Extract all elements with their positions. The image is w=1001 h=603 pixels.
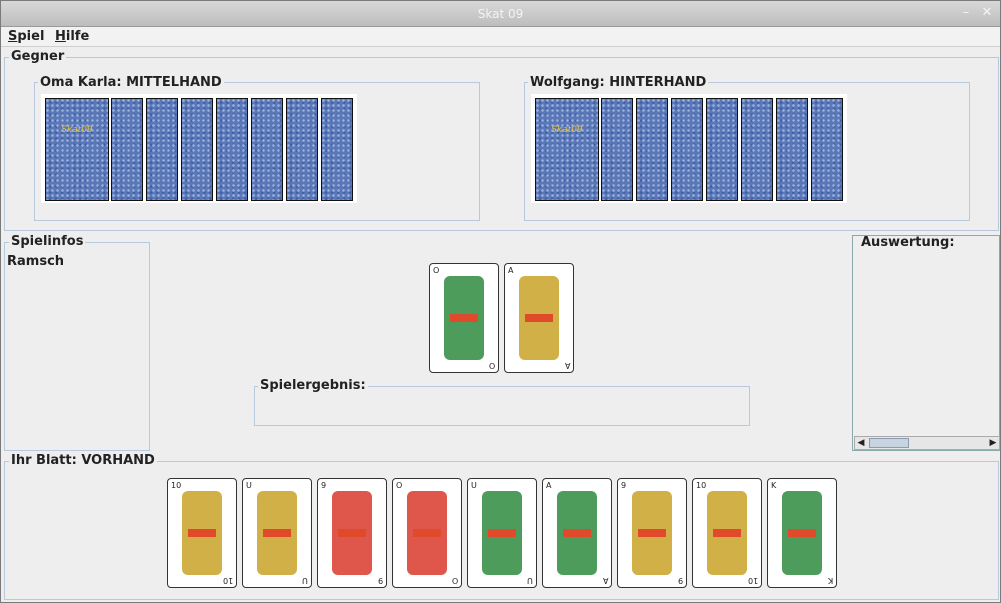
card-index-bottom: O xyxy=(451,576,458,585)
card-index-top: U xyxy=(471,481,477,490)
card-index-bottom: A xyxy=(602,576,608,585)
playing-card-hearts[interactable]: OO xyxy=(392,478,462,588)
card-back xyxy=(706,98,738,201)
card-index-bottom: U xyxy=(527,576,533,585)
playing-card-acorns: AA xyxy=(504,263,574,373)
title-bar: Skat 09 – ✕ xyxy=(1,1,1000,27)
close-icon[interactable]: ✕ xyxy=(978,4,996,22)
card-index-bottom: A xyxy=(564,361,570,370)
card-index-bottom: 9 xyxy=(677,576,683,585)
scroll-thumb[interactable] xyxy=(869,438,909,448)
playing-card-leaves[interactable]: AA xyxy=(542,478,612,588)
evaluation-scrollbar[interactable]: ◀ ▶ xyxy=(854,436,1000,450)
menu-bar: Spiel Hilfe xyxy=(1,27,1000,47)
opponent-left-label: Oma Karla: MITTELHAND xyxy=(38,75,224,90)
skat-window: Skat 09 – ✕ Spiel Hilfe Gegner Oma Karla… xyxy=(0,0,1001,603)
playing-card-leaves: OO xyxy=(429,263,499,373)
playing-card-leaves[interactable]: KK xyxy=(767,478,837,588)
scroll-right-icon[interactable]: ▶ xyxy=(987,437,999,449)
card-face-art xyxy=(407,491,447,575)
card-index-bottom: K xyxy=(827,576,833,585)
scroll-left-icon[interactable]: ◀ xyxy=(855,437,867,449)
card-face-art xyxy=(332,491,372,575)
playing-card-acorns[interactable]: 99 xyxy=(617,478,687,588)
card-back xyxy=(601,98,633,201)
card-back xyxy=(671,98,703,201)
card-index-top: 10 xyxy=(171,481,182,490)
game-info-title: Spielinfos xyxy=(9,234,86,249)
card-face-art xyxy=(182,491,222,575)
game-type-value: Ramsch xyxy=(7,254,65,269)
opponent-left-hand: Skat09 xyxy=(41,94,357,203)
card-back xyxy=(216,98,248,201)
menu-hilfe[interactable]: Hilfe xyxy=(55,29,89,44)
hand-title: Ihr Blatt: VORHAND xyxy=(9,453,157,468)
card-face-art xyxy=(519,276,559,360)
card-face-art xyxy=(444,276,484,360)
opponent-right-hand: Skat09 xyxy=(531,94,847,203)
card-back xyxy=(146,98,178,201)
opponents-title: Gegner xyxy=(9,49,67,64)
card-face-art xyxy=(257,491,297,575)
window-title: Skat 09 xyxy=(477,7,524,21)
card-index-top: 10 xyxy=(696,481,707,490)
card-face-art xyxy=(707,491,747,575)
card-index-top: A xyxy=(508,266,514,275)
card-back: Skat09 xyxy=(45,98,109,201)
card-face-art xyxy=(557,491,597,575)
menu-spiel[interactable]: Spiel xyxy=(8,29,44,44)
opponent-right-label: Wolfgang: HINTERHAND xyxy=(528,75,709,90)
card-back xyxy=(636,98,668,201)
card-index-top: O xyxy=(396,481,403,490)
card-back xyxy=(111,98,143,201)
card-index-top: 9 xyxy=(321,481,327,490)
card-back xyxy=(286,98,318,201)
card-index-bottom: 10 xyxy=(222,576,233,585)
card-index-bottom: U xyxy=(302,576,308,585)
card-index-top: O xyxy=(433,266,440,275)
card-index-top: 9 xyxy=(621,481,627,490)
card-back xyxy=(811,98,843,201)
card-index-top: K xyxy=(771,481,777,490)
card-index-bottom: 10 xyxy=(747,576,758,585)
game-info-panel xyxy=(4,242,150,451)
playing-card-hearts[interactable]: 99 xyxy=(317,478,387,588)
card-index-bottom: 9 xyxy=(377,576,383,585)
card-back xyxy=(776,98,808,201)
card-index-bottom: O xyxy=(488,361,495,370)
evaluation-title: Auswertung: xyxy=(859,235,957,250)
card-back xyxy=(741,98,773,201)
card-back xyxy=(181,98,213,201)
card-face-art xyxy=(482,491,522,575)
minimize-icon[interactable]: – xyxy=(957,4,975,22)
playing-card-leaves[interactable]: UU xyxy=(467,478,537,588)
card-index-top: A xyxy=(546,481,552,490)
card-face-art xyxy=(632,491,672,575)
playing-card-bells[interactable]: 10 10 xyxy=(692,478,762,588)
player-result-title: Spielergebnis: xyxy=(258,378,368,393)
card-back xyxy=(251,98,283,201)
card-face-art xyxy=(782,491,822,575)
playing-card-acorns[interactable]: 10 10 xyxy=(167,478,237,588)
card-back: Skat09 xyxy=(535,98,599,201)
card-index-top: U xyxy=(246,481,252,490)
playing-card-bells[interactable]: UU xyxy=(242,478,312,588)
card-back xyxy=(321,98,353,201)
evaluation-panel xyxy=(852,235,1000,451)
